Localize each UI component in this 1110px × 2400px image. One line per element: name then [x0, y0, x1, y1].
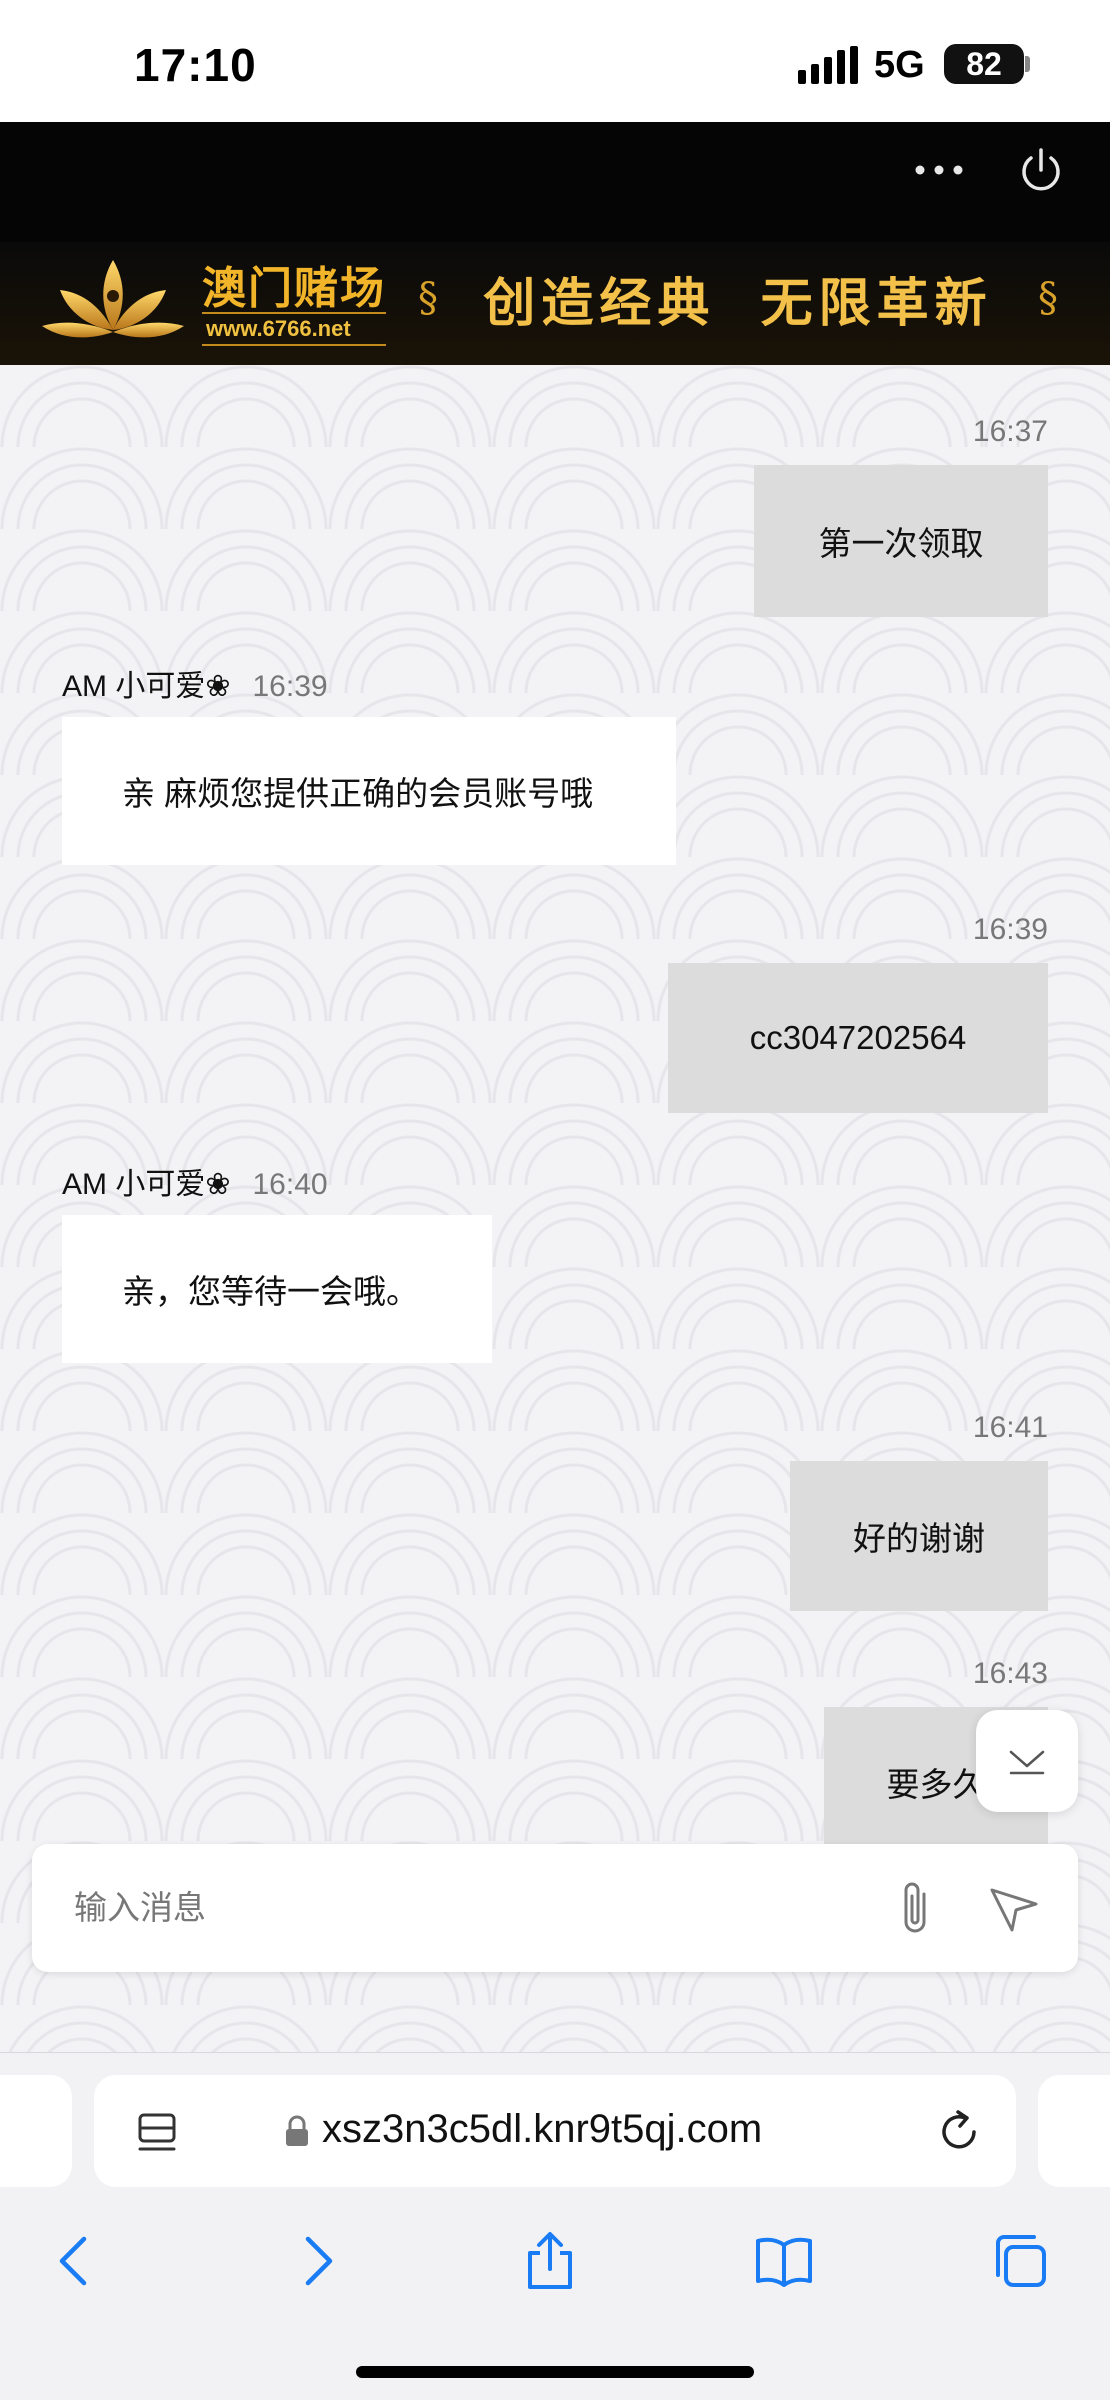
chat-message-list[interactable]: 16:37 第一次领取 AM 小可爱❀ 16:39 亲 麻烦您提供正确的会员账号哦… — [0, 365, 1110, 2055]
reader-icon[interactable] — [136, 2111, 178, 2153]
battery-indicator: 82 — [944, 44, 1024, 84]
brand-url: www.6766.net — [202, 312, 386, 346]
message-timestamp: 16:39 — [972, 913, 1048, 946]
ornament-right: § — [1037, 275, 1058, 321]
more-icon[interactable] — [914, 162, 964, 178]
reload-icon[interactable] — [936, 2109, 982, 2155]
brand-name: 澳门赌场 — [202, 263, 386, 314]
signal-icon — [798, 46, 858, 84]
power-icon[interactable] — [1016, 146, 1066, 196]
message-input[interactable] — [74, 1878, 854, 1938]
incoming-message-bubble[interactable]: 亲 麻烦您提供正确的会员账号哦 — [62, 717, 676, 865]
paperclip-icon[interactable] — [886, 1878, 946, 1940]
url-text: xsz3n3c5dl.knr9t5qj.com — [322, 2107, 763, 2151]
share-icon[interactable] — [520, 2231, 580, 2291]
network-label: 5G — [874, 44, 925, 86]
status-bar: 17:10 5G 82 — [0, 0, 1110, 122]
ornament-left: § — [418, 275, 438, 321]
message-composer — [32, 1844, 1078, 1972]
message-timestamp: 16:40 — [252, 1168, 328, 1201]
lock-icon — [286, 2115, 308, 2146]
message-timestamp: 16:37 — [972, 415, 1048, 448]
incoming-message-bubble[interactable]: 亲，您等待一会哦。 — [62, 1215, 492, 1363]
forward-icon[interactable] — [286, 2231, 346, 2291]
outgoing-message-bubble[interactable]: 好的谢谢 — [790, 1461, 1048, 1611]
message-timestamp: 16:39 — [252, 670, 328, 703]
outgoing-message-bubble[interactable]: cc3047202564 — [668, 963, 1048, 1113]
logo-icon — [42, 260, 184, 338]
outgoing-message-bubble[interactable]: 第一次领取 — [754, 465, 1048, 617]
incoming-sender-line: AM 小可爱❀ 16:40 — [62, 1159, 328, 1203]
sender-name: AM 小可爱❀ — [62, 1168, 231, 1201]
chevron-down-icon — [1009, 1750, 1045, 1775]
incoming-sender-line: AM 小可爱❀ 16:39 — [62, 661, 328, 705]
battery-cap — [1025, 56, 1030, 72]
message-timestamp: 16:41 — [972, 1411, 1048, 1444]
back-icon[interactable] — [46, 2231, 106, 2291]
tabs-icon[interactable] — [990, 2231, 1050, 2291]
next-tab-peek[interactable] — [1038, 2075, 1110, 2187]
message-timestamp: 16:43 — [972, 1657, 1048, 1690]
sender-name: AM 小可爱❀ — [62, 670, 231, 703]
slogan-right: 无限革新 — [760, 272, 993, 334]
slogan: § 创造经典 无限革新 § — [418, 258, 1058, 338]
browser-toolbar: xsz3n3c5dl.knr9t5qj.com — [0, 2052, 1110, 2400]
home-indicator — [356, 2366, 754, 2378]
slogan-left: 创造经典 — [483, 272, 716, 334]
chat-header-banner: 澳门赌场 www.6766.net § 创造经典 无限革新 § — [0, 122, 1110, 365]
address-bar[interactable]: xsz3n3c5dl.knr9t5qj.com — [94, 2075, 1016, 2187]
previous-tab-peek[interactable] — [0, 2075, 72, 2187]
status-time: 17:10 — [134, 39, 257, 91]
scroll-to-bottom-button[interactable] — [976, 1710, 1078, 1812]
send-icon[interactable] — [986, 1880, 1042, 1936]
bookmarks-icon[interactable] — [754, 2231, 814, 2291]
